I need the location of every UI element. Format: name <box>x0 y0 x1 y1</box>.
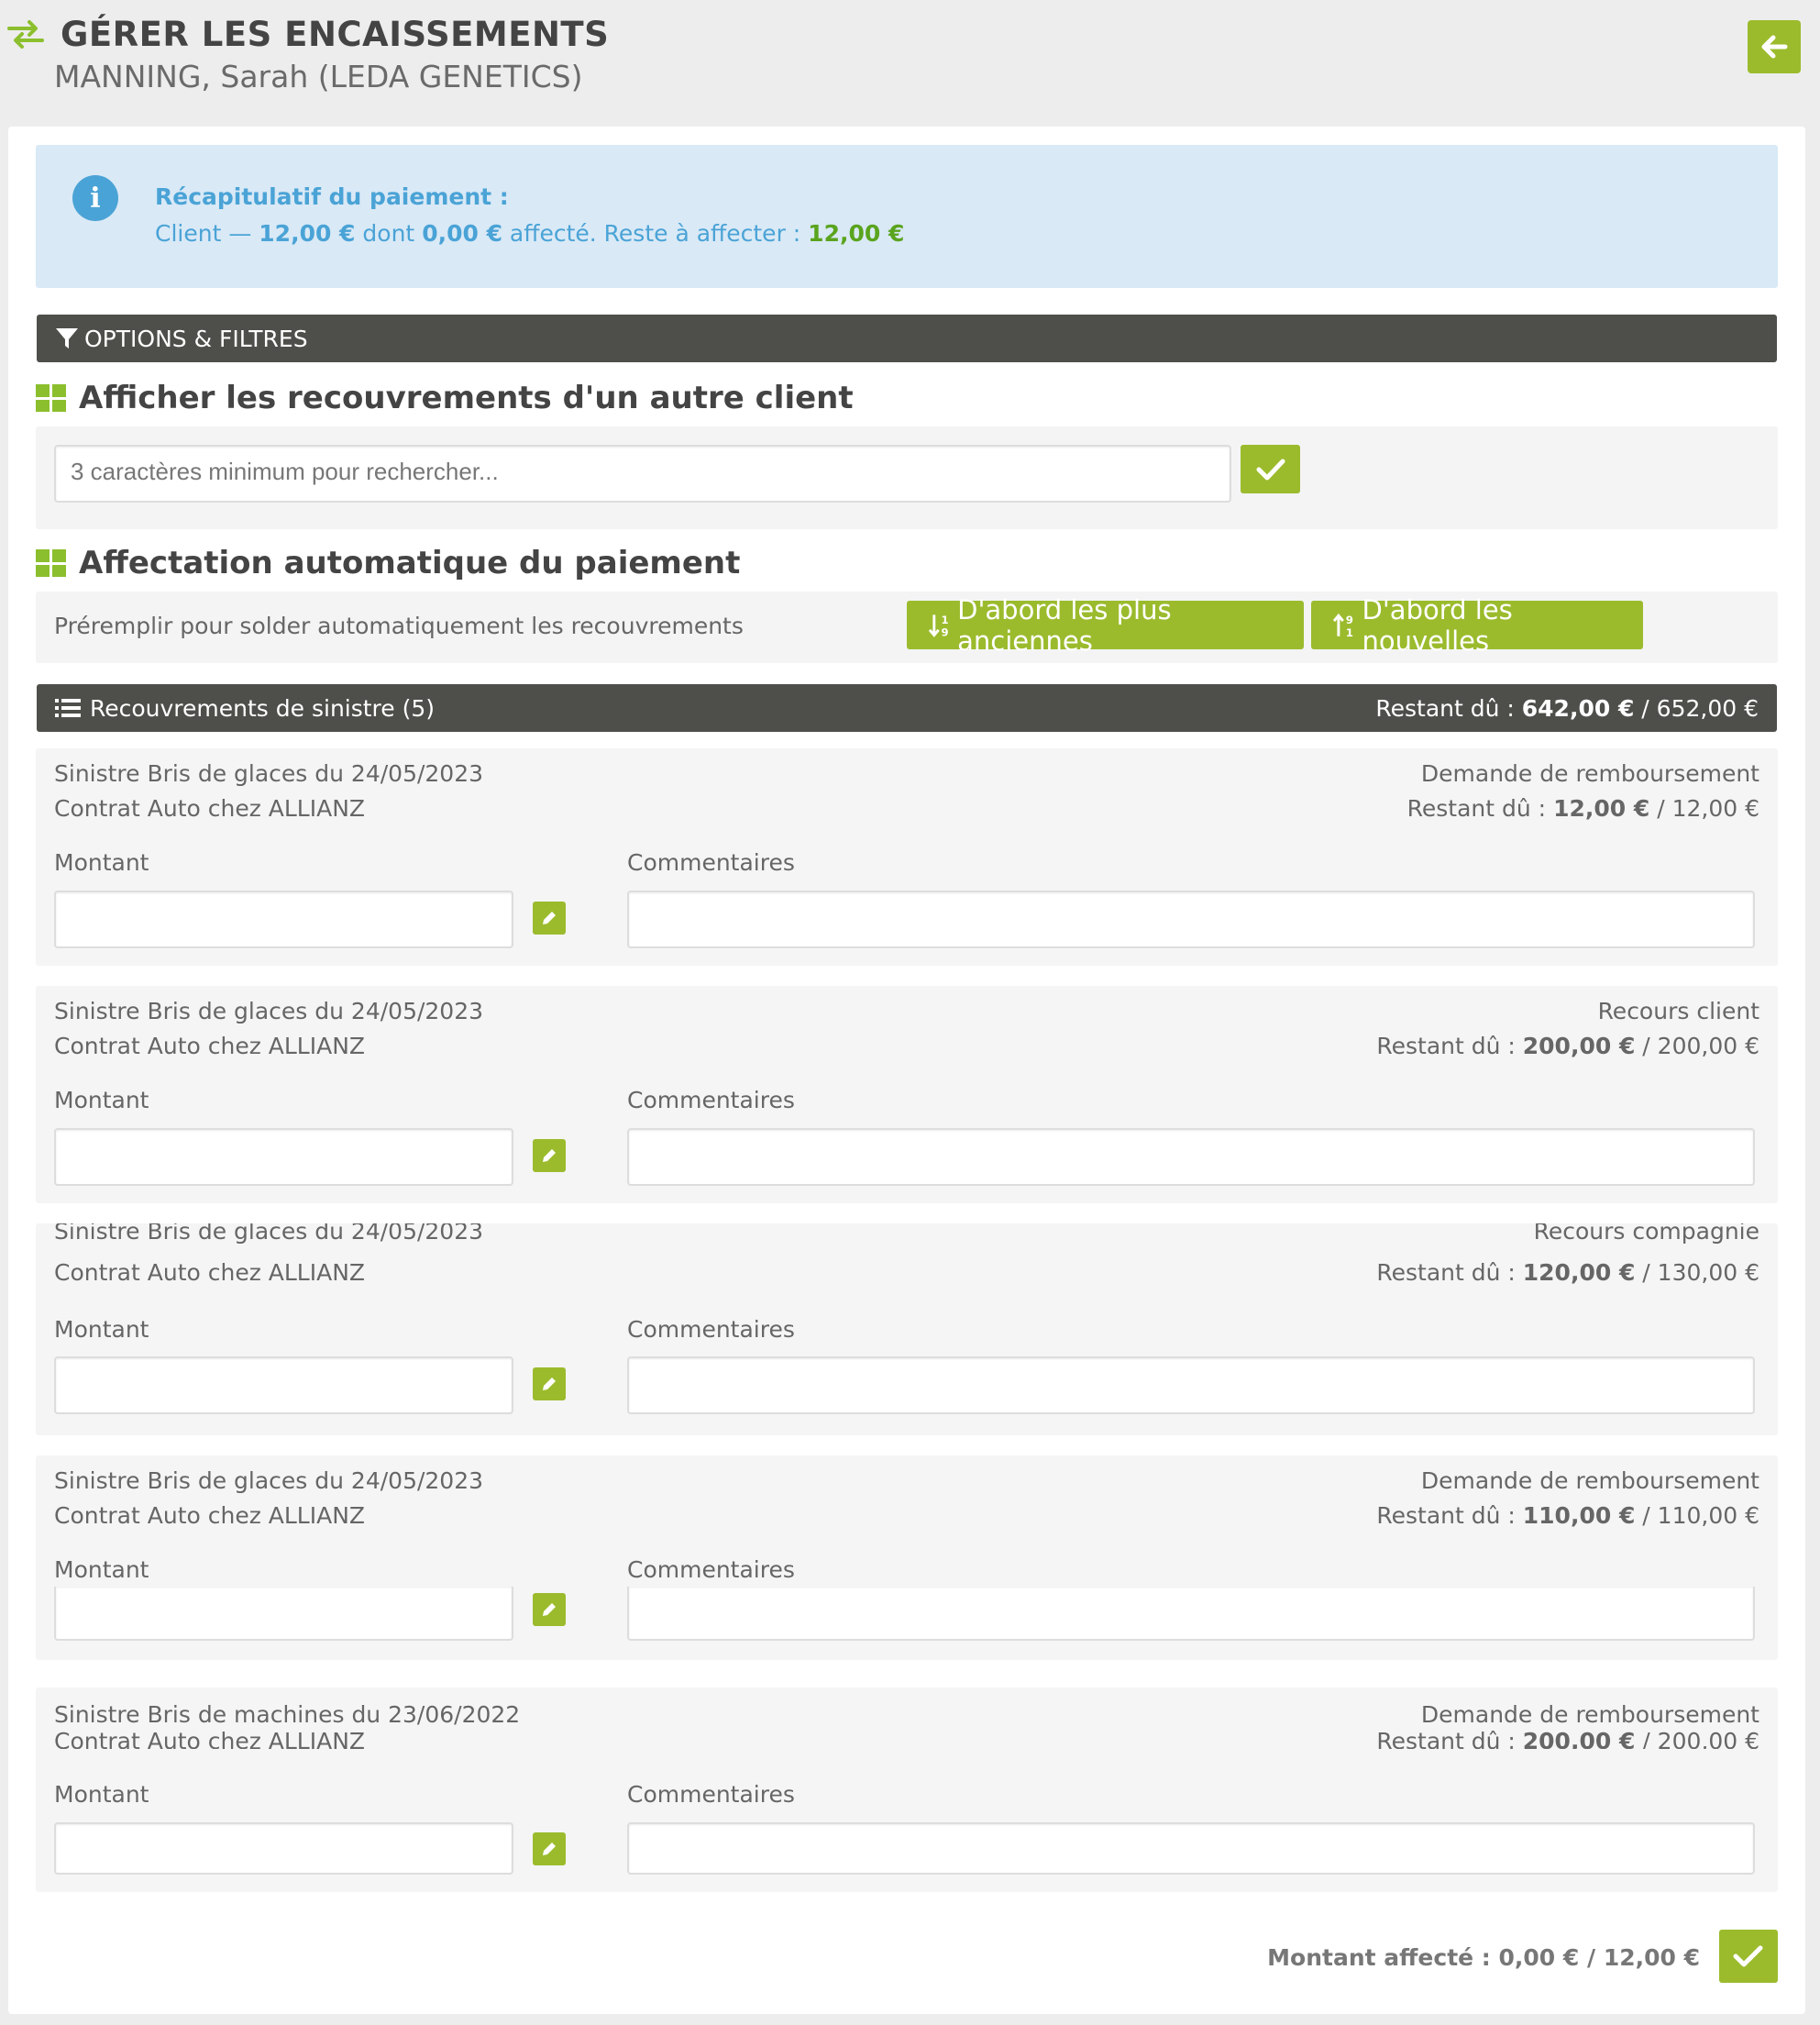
claim-type: Demande de remboursement <box>1420 1701 1759 1728</box>
svg-text:1: 1 <box>942 614 949 626</box>
claim-type: Recours client <box>1597 998 1759 1024</box>
client-search-input[interactable]: 3 caractères minimum pour rechercher... <box>54 445 1231 503</box>
filter-icon <box>56 328 78 349</box>
claim-title: Sinistre Bris de glaces du 24/05/2023 <box>54 1223 484 1245</box>
auto-assign-title: Affectation automatique du paiement <box>36 545 740 581</box>
edit-amount-button[interactable] <box>533 1593 566 1626</box>
claim-contract: Contrat Auto chez ALLIANZ <box>54 1502 366 1529</box>
newest-first-button[interactable]: 9 1 D'abord les nouvelles <box>1311 594 1643 657</box>
claim-contract: Contrat Auto chez ALLIANZ <box>54 1033 366 1059</box>
amount-input[interactable] <box>54 1128 513 1186</box>
claims-header-bar: Recouvrements de sinistre (5) Restant dû… <box>37 684 1777 732</box>
comments-label: Commentaires <box>627 1556 795 1583</box>
claim-remaining: Restant dû : 200,00 € / 200,00 € <box>1376 1033 1759 1059</box>
back-button[interactable] <box>1748 20 1801 73</box>
amount-input[interactable] <box>54 1822 513 1875</box>
summary-line: Client — 12,00 € dont 0,00 € affecté. Re… <box>155 220 905 247</box>
summary-title: Récapitulatif du paiement : <box>155 183 509 210</box>
amount-input[interactable] <box>54 1587 513 1641</box>
search-placeholder: 3 caractères minimum pour rechercher... <box>71 458 499 485</box>
svg-text:9: 9 <box>942 625 949 637</box>
assigned-amount-summary: Montant affecté : 0,00 € / 12,00 € <box>1267 1944 1700 1971</box>
amount-input[interactable] <box>54 891 513 948</box>
comments-label: Commentaires <box>627 1316 795 1343</box>
info-icon: i <box>72 175 118 221</box>
claim-contract: Contrat Auto chez ALLIANZ <box>54 1729 366 1749</box>
comments-label: Commentaires <box>627 849 795 876</box>
claim-remaining: Restant dû : 120,00 € / 130,00 € <box>1376 1259 1759 1286</box>
pencil-icon <box>543 1842 556 1855</box>
page-subtitle: MANNING, Sarah (LEDA GENETICS) <box>54 59 583 94</box>
edit-amount-button[interactable] <box>533 1832 566 1865</box>
comments-input[interactable] <box>627 1587 1755 1641</box>
claim-remaining: Restant dû : 12,00 € / 12,00 € <box>1406 795 1759 822</box>
auto-assign-description: Préremplir pour solder automatiquement l… <box>54 613 744 639</box>
grid-icon <box>36 384 66 412</box>
claim-title: Sinistre Bris de glaces du 24/05/2023 <box>54 1467 484 1494</box>
comments-label: Commentaires <box>627 1781 795 1808</box>
claims-count-label: Recouvrements de sinistre (5) <box>90 694 436 722</box>
amount-label: Montant <box>54 849 149 876</box>
submit-button[interactable] <box>1719 1930 1778 1983</box>
oldest-first-button[interactable]: 1 9 D'abord les plus anciennes <box>907 594 1304 657</box>
claim-remaining: Restant dû : 110,00 € / 110,00 € <box>1376 1502 1759 1529</box>
pencil-icon <box>543 912 556 924</box>
claim-type: Demande de remboursement <box>1420 1467 1759 1494</box>
amount-label: Montant <box>54 1781 149 1808</box>
pencil-icon <box>543 1603 556 1616</box>
comments-label: Commentaires <box>627 1087 795 1113</box>
claim-title: Sinistre Bris de machines du 23/06/2022 <box>54 1701 521 1728</box>
exchange-arrows-icon <box>7 18 44 50</box>
comments-input[interactable] <box>627 1128 1755 1186</box>
pencil-icon <box>543 1378 556 1390</box>
payment-summary-panel <box>36 145 1778 288</box>
amount-label: Montant <box>54 1556 149 1583</box>
edit-amount-button[interactable] <box>533 1139 566 1172</box>
list-icon <box>55 699 81 717</box>
pencil-icon <box>543 1149 556 1162</box>
svg-text:1: 1 <box>1346 625 1353 637</box>
claim-type: Demande de remboursement <box>1420 760 1759 787</box>
edit-amount-button[interactable] <box>533 902 566 935</box>
amount-input[interactable] <box>54 1356 513 1414</box>
svg-text:9: 9 <box>1346 614 1353 626</box>
sort-up-icon: 9 1 <box>1333 613 1353 638</box>
claim-contract: Contrat Auto chez ALLIANZ <box>54 1259 366 1286</box>
claim-type: Recours compagnie <box>1533 1223 1759 1245</box>
arrow-left-icon <box>1761 35 1788 59</box>
options-filters-bar[interactable]: OPTIONS & FILTRES <box>37 315 1777 362</box>
other-client-title: Afficher les recouvrements d'un autre cl… <box>36 380 854 416</box>
check-icon <box>1256 459 1285 480</box>
search-confirm-button[interactable] <box>1241 445 1300 493</box>
claim-remaining: Restant dû : 200,00 € / 200,00 € <box>1376 1729 1759 1749</box>
edit-amount-button[interactable] <box>533 1367 566 1400</box>
claim-contract: Contrat Auto chez ALLIANZ <box>54 795 366 822</box>
amount-label: Montant <box>54 1087 149 1113</box>
grid-icon <box>36 549 66 577</box>
comments-input[interactable] <box>627 891 1755 948</box>
options-filters-label: OPTIONS & FILTRES <box>84 325 308 352</box>
check-icon <box>1733 1945 1763 1967</box>
comments-input[interactable] <box>627 1356 1755 1414</box>
amount-label: Montant <box>54 1316 149 1343</box>
claim-title: Sinistre Bris de glaces du 24/05/2023 <box>54 760 484 787</box>
claim-title: Sinistre Bris de glaces du 24/05/2023 <box>54 998 484 1024</box>
comments-input[interactable] <box>627 1822 1755 1875</box>
remaining-amount: 12,00 € <box>808 220 905 247</box>
claims-remaining: Restant dû : 642,00 € / 652,00 € <box>1375 694 1759 722</box>
sort-down-icon: 1 9 <box>929 614 949 638</box>
page-title: GÉRER LES ENCAISSEMENTS <box>61 15 610 54</box>
